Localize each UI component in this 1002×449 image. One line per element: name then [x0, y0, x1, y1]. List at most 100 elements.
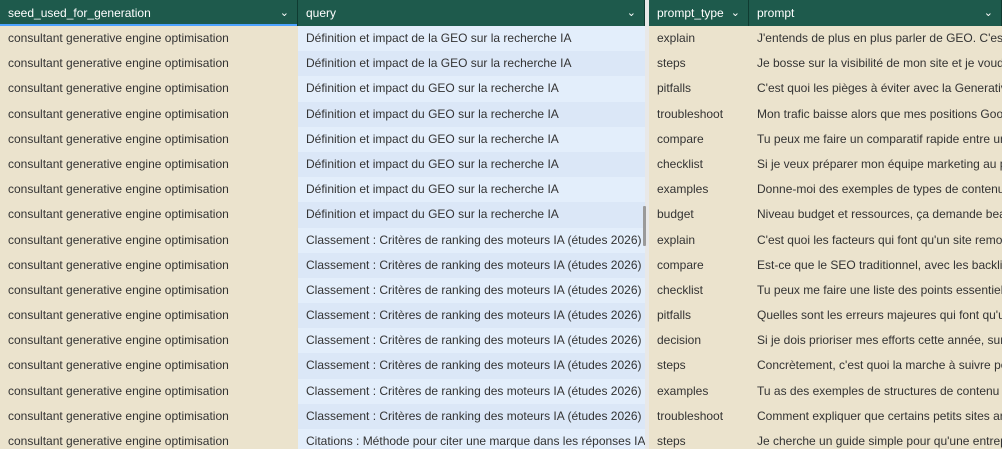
query-cell[interactable]: Classement : Critères de ranking des mot… [298, 227, 645, 253]
prompt-type-cell[interactable]: steps [649, 429, 749, 449]
prompt-type-cell[interactable]: explain [649, 26, 749, 52]
query-cell[interactable]: Classement : Critères de ranking des mot… [298, 353, 645, 379]
prompt-type-cell[interactable]: checklist [649, 151, 749, 178]
chevron-down-icon[interactable]: ⌄ [731, 7, 740, 19]
seed-cell[interactable]: consultant generative engine optimisatio… [0, 252, 298, 278]
query-cell[interactable]: Classement : Critères de ranking des mot… [298, 403, 645, 429]
column-header-label: prompt [757, 6, 795, 20]
chevron-down-icon[interactable]: ⌄ [280, 7, 289, 19]
chevron-down-icon[interactable]: ⌄ [984, 7, 993, 19]
query-cell[interactable]: Classement : Critères de ranking des mot… [298, 252, 645, 278]
prompt-cell[interactable]: Je bosse sur la visibilité de mon site e… [749, 51, 1002, 77]
seed-cell[interactable]: consultant generative engine optimisatio… [0, 353, 298, 379]
seed-cell[interactable]: consultant generative engine optimisatio… [0, 177, 298, 203]
table-row[interactable]: consultant generative engine optimisatio… [0, 202, 1002, 228]
prompt-cell[interactable]: Est-ce que le SEO traditionnel, avec les… [749, 252, 1002, 278]
column-header-query[interactable]: query ⌄ [298, 0, 645, 26]
table-row[interactable]: consultant generative engine optimisatio… [0, 26, 1002, 52]
prompt-type-cell[interactable]: examples [649, 378, 749, 404]
prompt-type-cell[interactable]: compare [649, 252, 749, 278]
seed-cell[interactable]: consultant generative engine optimisatio… [0, 403, 298, 429]
query-cell[interactable]: Définition et impact du GEO sur la reche… [298, 177, 645, 203]
seed-cell[interactable]: consultant generative engine optimisatio… [0, 328, 298, 354]
prompt-cell[interactable]: C'est quoi les pièges à éviter avec la G… [749, 76, 1002, 102]
query-cell[interactable]: Définition et impact du GEO sur la reche… [298, 151, 645, 178]
prompt-cell[interactable]: Donne-moi des exemples de types de conte… [749, 177, 1002, 203]
prompt-cell[interactable]: Quelles sont les erreurs majeures qui fo… [749, 303, 1002, 329]
seed-cell[interactable]: consultant generative engine optimisatio… [0, 303, 298, 329]
table-row[interactable]: consultant generative engine optimisatio… [0, 403, 1002, 429]
column-header-prompt[interactable]: prompt ⌄ [749, 0, 1002, 26]
query-cell[interactable]: Définition et impact de la GEO sur la re… [298, 26, 645, 52]
column-header-label: seed_used_for_generation [8, 6, 151, 20]
query-cell[interactable]: Définition et impact du GEO sur la reche… [298, 76, 645, 102]
table-row[interactable]: consultant generative engine optimisatio… [0, 76, 1002, 102]
prompt-cell[interactable]: Mon trafic baisse alors que mes position… [749, 101, 1002, 127]
prompt-cell[interactable]: Je cherche un guide simple pour qu'une e… [749, 429, 1002, 449]
prompt-type-cell[interactable]: budget [649, 202, 749, 228]
prompt-type-cell[interactable]: explain [649, 227, 749, 253]
prompt-type-cell[interactable]: troubleshoot [649, 101, 749, 127]
table-row[interactable]: consultant generative engine optimisatio… [0, 51, 1002, 77]
prompt-cell[interactable]: Niveau budget et ressources, ça demande … [749, 202, 1002, 228]
query-cell[interactable]: Classement : Critères de ranking des mot… [298, 303, 645, 329]
seed-cell[interactable]: consultant generative engine optimisatio… [0, 51, 298, 77]
table-row[interactable]: consultant generative engine optimisatio… [0, 328, 1002, 354]
table-row[interactable]: consultant generative engine optimisatio… [0, 177, 1002, 203]
query-cell[interactable]: Classement : Critères de ranking des mot… [298, 277, 645, 304]
column-scrollbar[interactable] [643, 206, 646, 246]
table-row[interactable]: consultant generative engine optimisatio… [0, 378, 1002, 404]
prompt-type-cell[interactable]: steps [649, 353, 749, 379]
grid-header: seed_used_for_generation ⌄ query ⌄ promp… [0, 0, 1002, 26]
chevron-down-icon[interactable]: ⌄ [627, 7, 636, 19]
data-grid: seed_used_for_generation ⌄ query ⌄ promp… [0, 0, 1002, 449]
prompt-cell[interactable]: Comment expliquer que certains petits si… [749, 403, 1002, 429]
query-cell[interactable]: Classement : Critères de ranking des mot… [298, 328, 645, 354]
table-row[interactable]: consultant generative engine optimisatio… [0, 303, 1002, 329]
prompt-cell[interactable]: Tu as des exemples de structures de cont… [749, 378, 1002, 404]
query-cell[interactable]: Classement : Critères de ranking des mot… [298, 378, 645, 404]
seed-cell[interactable]: consultant generative engine optimisatio… [0, 76, 298, 102]
seed-cell[interactable]: consultant generative engine optimisatio… [0, 101, 298, 127]
column-header-label: query [306, 6, 337, 20]
seed-cell[interactable]: consultant generative engine optimisatio… [0, 151, 298, 178]
grid-body: consultant generative engine optimisatio… [0, 26, 1002, 449]
prompt-type-cell[interactable]: decision [649, 328, 749, 354]
seed-cell[interactable]: consultant generative engine optimisatio… [0, 26, 298, 52]
seed-cell[interactable]: consultant generative engine optimisatio… [0, 429, 298, 449]
prompt-type-cell[interactable]: pitfalls [649, 76, 749, 102]
prompt-cell[interactable]: Tu peux me faire un comparatif rapide en… [749, 126, 1002, 152]
table-row[interactable]: consultant generative engine optimisatio… [0, 151, 1002, 178]
table-row[interactable]: consultant generative engine optimisatio… [0, 353, 1002, 379]
prompt-type-cell[interactable]: compare [649, 126, 749, 152]
table-row[interactable]: consultant generative engine optimisatio… [0, 429, 1002, 449]
prompt-cell[interactable]: Concrètement, c'est quoi la marche à sui… [749, 353, 1002, 379]
query-cell[interactable]: Définition et impact du GEO sur la reche… [298, 126, 645, 152]
seed-cell[interactable]: consultant generative engine optimisatio… [0, 227, 298, 253]
seed-cell[interactable]: consultant generative engine optimisatio… [0, 378, 298, 404]
query-cell[interactable]: Citations : Méthode pour citer une marqu… [298, 429, 645, 449]
prompt-type-cell[interactable]: pitfalls [649, 303, 749, 329]
seed-cell[interactable]: consultant generative engine optimisatio… [0, 277, 298, 304]
prompt-type-cell[interactable]: examples [649, 177, 749, 203]
prompt-cell[interactable]: J'entends de plus en plus parler de GEO.… [749, 26, 1002, 52]
prompt-type-cell[interactable]: steps [649, 51, 749, 77]
column-header-prompt-type[interactable]: prompt_type ⌄ [649, 0, 749, 26]
query-cell[interactable]: Définition et impact du GEO sur la reche… [298, 202, 645, 228]
table-row[interactable]: consultant generative engine optimisatio… [0, 227, 1002, 253]
prompt-cell[interactable]: Si je dois prioriser mes efforts cette a… [749, 328, 1002, 354]
column-header-seed[interactable]: seed_used_for_generation ⌄ [0, 0, 298, 26]
table-row[interactable]: consultant generative engine optimisatio… [0, 277, 1002, 304]
prompt-cell[interactable]: Tu peux me faire une liste des points es… [749, 277, 1002, 304]
seed-cell[interactable]: consultant generative engine optimisatio… [0, 126, 298, 152]
seed-cell[interactable]: consultant generative engine optimisatio… [0, 202, 298, 228]
prompt-cell[interactable]: Si je veux préparer mon équipe marketing… [749, 151, 1002, 178]
prompt-type-cell[interactable]: troubleshoot [649, 403, 749, 429]
prompt-type-cell[interactable]: checklist [649, 277, 749, 304]
query-cell[interactable]: Définition et impact de la GEO sur la re… [298, 51, 645, 77]
query-cell[interactable]: Définition et impact du GEO sur la reche… [298, 101, 645, 127]
table-row[interactable]: consultant generative engine optimisatio… [0, 252, 1002, 278]
table-row[interactable]: consultant generative engine optimisatio… [0, 126, 1002, 152]
table-row[interactable]: consultant generative engine optimisatio… [0, 101, 1002, 127]
prompt-cell[interactable]: C'est quoi les facteurs qui font qu'un s… [749, 227, 1002, 253]
